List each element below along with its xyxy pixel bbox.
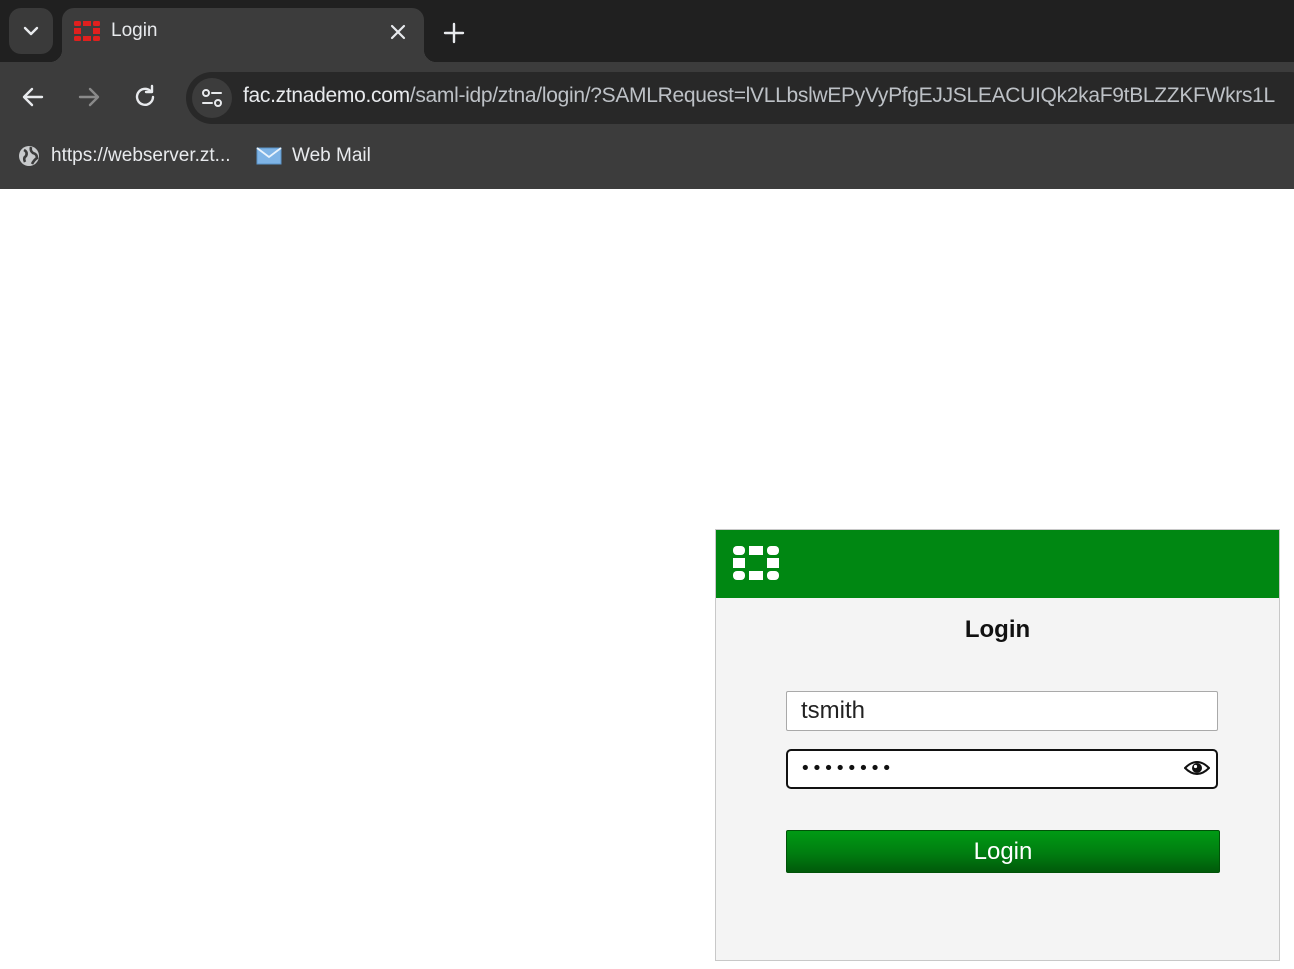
bookmark-label: Web Mail	[292, 145, 371, 166]
tab-login[interactable]: Login	[50, 8, 436, 62]
tune-icon	[202, 89, 222, 107]
login-header	[716, 530, 1279, 598]
password-field-wrapper	[786, 749, 1218, 789]
fortinet-grid-icon	[74, 21, 100, 41]
tab-title: Login	[111, 20, 158, 41]
url-path: /saml-idp/ztna/login/?SAMLRequest=lVLLbs…	[409, 84, 1275, 107]
fortinet-logo-icon	[733, 546, 779, 580]
back-arrow-icon[interactable]	[18, 82, 48, 112]
url-host: fac.ztnademo.com	[243, 84, 410, 107]
login-panel: Login Login	[715, 529, 1280, 961]
tab-strip: Login	[0, 0, 1294, 62]
bookmarks-bar: https://webserver.zt... Web Mail	[0, 134, 1294, 179]
close-icon[interactable]	[387, 21, 409, 43]
password-field[interactable]	[788, 751, 1168, 786]
bookmark-webserver[interactable]: https://webserver.zt...	[17, 142, 231, 170]
globe-icon	[19, 146, 39, 166]
url-text: fac.ztnademo.com/saml-idp/ztna/login/?SA…	[243, 84, 1275, 108]
eye-icon[interactable]	[1184, 757, 1210, 779]
bookmark-web-mail[interactable]: Web Mail	[256, 142, 371, 170]
browser-chrome: Login fac.ztnademo.com/saml-idp/ztna/log…	[0, 0, 1294, 189]
reload-icon[interactable]	[130, 82, 160, 112]
site-info-button[interactable]	[192, 78, 232, 118]
username-field[interactable]	[786, 691, 1218, 731]
chevron-down-icon	[23, 26, 39, 36]
tab-search-button[interactable]	[9, 8, 53, 54]
forward-arrow-icon[interactable]	[74, 82, 104, 112]
login-button[interactable]: Login	[786, 830, 1220, 873]
browser-toolbar: fac.ztnademo.com/saml-idp/ztna/login/?SA…	[0, 62, 1294, 134]
plus-icon[interactable]	[440, 19, 468, 47]
login-heading: Login	[964, 616, 1031, 643]
mail-icon	[256, 147, 282, 165]
bookmark-label: https://webserver.zt...	[51, 145, 231, 166]
address-bar[interactable]: fac.ztnademo.com/saml-idp/ztna/login/?SA…	[186, 72, 1294, 124]
